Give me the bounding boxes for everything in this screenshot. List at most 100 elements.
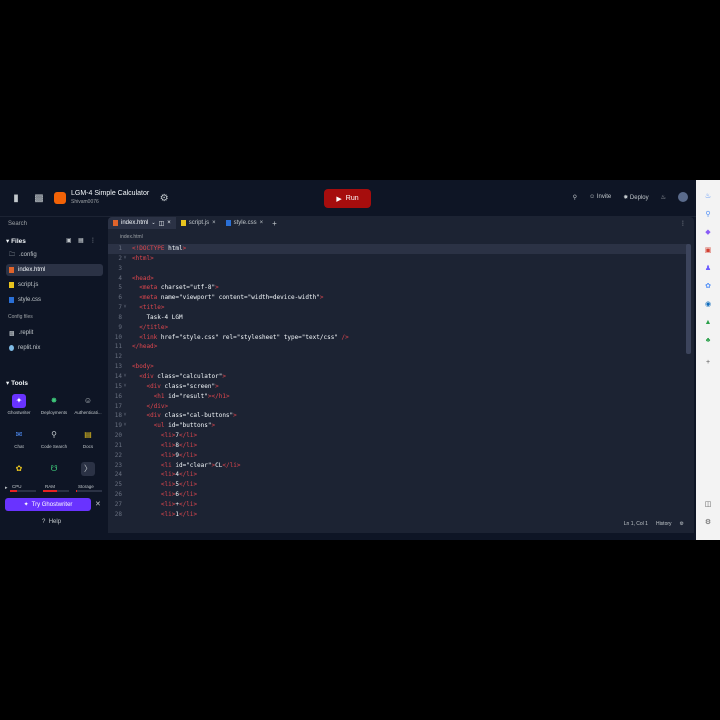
code-line[interactable]: 18 ˅ <div class="cal-buttons"> [108, 411, 688, 421]
code-line[interactable]: 8 Task-4 LGM [108, 313, 688, 323]
briefcase-icon[interactable]: ▣ [703, 246, 713, 256]
line-number: 2 [118, 254, 122, 262]
css-file-icon [9, 297, 14, 303]
code-line[interactable]: 15 ˅ <div class="screen"> [108, 382, 688, 392]
code-line[interactable]: 14 ˅ <div class="calculator"> [108, 372, 688, 382]
tool-shell[interactable]: 〉 [71, 462, 105, 478]
repl-settings-icon[interactable]: ⚙ [157, 193, 171, 204]
tool-chat[interactable]: ✉ Chat [2, 428, 36, 449]
close-icon[interactable]: ✕ [95, 500, 101, 508]
try-ghostwriter-button[interactable]: ✦ Try Ghostwriter [5, 498, 91, 511]
bell-icon[interactable]: ♨ [661, 194, 666, 201]
search-icon[interactable]: ⚲ [573, 194, 577, 201]
tool-docs[interactable]: ▤ Docs [71, 428, 105, 449]
code-line[interactable]: 21 <li>8</li> [108, 441, 688, 451]
avatar[interactable] [678, 192, 688, 202]
tab-script-js[interactable]: script.js × [176, 217, 221, 229]
tag-icon[interactable]: ◆ [703, 228, 713, 238]
line-number: 10 [114, 333, 122, 341]
file-item-replit[interactable]: ▩ .replit [6, 327, 103, 339]
more-icon[interactable]: ⋮ [90, 237, 96, 244]
tools-heading[interactable]: ▾ Tools [6, 379, 28, 387]
tree-icon[interactable]: ♣ [703, 336, 713, 346]
code-line[interactable]: 6 <meta name="viewport" content="width=d… [108, 293, 688, 303]
close-icon[interactable]: × [212, 220, 216, 226]
code-line[interactable]: 17 </div> [108, 402, 688, 412]
tool-packages[interactable]: ✿ [2, 462, 36, 478]
code-text: <li>+</li> [160, 500, 198, 508]
tab-index-html[interactable]: index.html ⌄ ◫ × [108, 217, 176, 229]
chevron-down-icon[interactable]: ⌄ [151, 220, 155, 226]
file-item-style-css[interactable]: style.css [6, 294, 103, 306]
replit-home-icon[interactable]: ▩ [32, 193, 46, 204]
code-line[interactable]: 11 </head> [108, 342, 688, 352]
add-tab-icon[interactable]: + [272, 219, 277, 228]
repl-title[interactable]: LGM-4 Simple Calculator Shivam0076 [71, 189, 149, 207]
editor-scrollbar[interactable] [686, 244, 691, 354]
cursor-position[interactable]: Ln 1, Col 1 [624, 521, 648, 527]
code-line[interactable]: 2 ˅ <html> [108, 254, 688, 264]
split-icon[interactable]: ◫ [159, 220, 165, 227]
code-line[interactable]: 10 <link href="style.css" rel="styleshee… [108, 333, 688, 343]
tool-ghostwriter[interactable]: ✦ Ghostwriter [2, 394, 36, 415]
code-line[interactable]: 13 <body> [108, 362, 688, 372]
bell-icon[interactable]: ♨ [703, 192, 713, 202]
new-file-icon[interactable]: ▣ [66, 237, 72, 244]
code-text: <meta name="viewport" content="width=dev… [139, 294, 324, 302]
code-line[interactable]: 12 [108, 352, 688, 362]
settings-icon[interactable]: ⚙ [680, 521, 684, 527]
new-folder-icon[interactable]: ▦ [78, 237, 84, 244]
tool-authentication[interactable]: ☺ Authenticati... [71, 394, 105, 415]
search-icon[interactable]: ⚲ [703, 210, 713, 220]
run-button[interactable]: ▶ Run [324, 189, 371, 208]
outlook-icon[interactable]: ◉ [703, 300, 713, 310]
repl-logo [54, 192, 66, 204]
code-line[interactable]: 25 <li>5</li> [108, 480, 688, 490]
file-item-config[interactable]: 🗀 .config [6, 249, 103, 261]
code-line[interactable]: 9 </title> [108, 323, 688, 333]
close-icon[interactable]: × [260, 220, 264, 226]
code-line[interactable]: 7 ˅ <title> [108, 303, 688, 313]
code-line[interactable]: 26 <li>6</li> [108, 490, 688, 500]
file-item-index-html[interactable]: index.html [6, 264, 103, 276]
help-button[interactable]: ? Help [42, 519, 61, 525]
code-line[interactable]: 22 <li>9</li> [108, 451, 688, 461]
tool-label: Deployments [40, 410, 68, 415]
deploy-button[interactable]: ✸ Deploy [623, 194, 648, 201]
people-icon[interactable]: ♟ [703, 264, 713, 274]
settings-icon[interactable]: ⚙ [703, 518, 713, 528]
add-icon[interactable]: + [703, 358, 713, 368]
resources-toggle-icon[interactable]: ▸ [5, 485, 8, 491]
breadcrumb[interactable]: index.html [120, 234, 143, 240]
sidebar-toggle-icon[interactable]: ▮ [9, 193, 23, 204]
invite-button[interactable]: ☺ Invite [589, 194, 611, 200]
code-area[interactable]: 1 <!DOCTYPE html> 2 ˅ <html> 3 4 <head> 5 <meta … [108, 244, 688, 521]
files-heading[interactable]: ▾ Files [6, 237, 26, 245]
code-line[interactable]: 23 <li id="clear">CL</li> [108, 461, 688, 471]
history-button[interactable]: History [656, 521, 672, 527]
more-icon[interactable]: ⋮ [680, 220, 686, 227]
tab-style-css[interactable]: style.css × [221, 217, 269, 229]
code-text: <ul id="buttons"> [153, 422, 216, 430]
code-line[interactable]: 16 <h1 id="result"></h1> [108, 392, 688, 402]
file-item-script-js[interactable]: script.js [6, 279, 103, 291]
copilot-icon[interactable]: ✿ [703, 282, 713, 292]
code-line[interactable]: 3 [108, 264, 688, 274]
sidebar-search[interactable]: Search [8, 221, 27, 227]
deploy-icon: ✸ [623, 194, 629, 201]
file-item-replit-nix[interactable]: replit.nix [6, 342, 103, 354]
code-line[interactable]: 19 ˅ <ul id="buttons"> [108, 421, 688, 431]
code-line[interactable]: 1 <!DOCTYPE html> [108, 244, 688, 254]
code-line[interactable]: 24 <li>4</li> [108, 470, 688, 480]
close-icon[interactable]: × [167, 220, 171, 226]
wallet-icon[interactable]: ▲ [703, 318, 713, 328]
tool-git[interactable]: ☋ [37, 462, 71, 478]
code-line[interactable]: 4 <head> [108, 274, 688, 284]
tool-deployments[interactable]: ✸ Deployments [37, 394, 71, 415]
tool-code-search[interactable]: ⚲ Code Search [37, 428, 71, 449]
code-line[interactable]: 27 <li>+</li> [108, 500, 688, 510]
sidebar: Search ▾ Files ▣ ▦ ⋮ 🗀 .config index.htm… [0, 217, 106, 540]
code-line[interactable]: 20 <li>7</li> [108, 431, 688, 441]
code-line[interactable]: 5 <meta charset="utf-8"> [108, 283, 688, 293]
sidebar-layout-icon[interactable]: ◫ [703, 500, 713, 510]
